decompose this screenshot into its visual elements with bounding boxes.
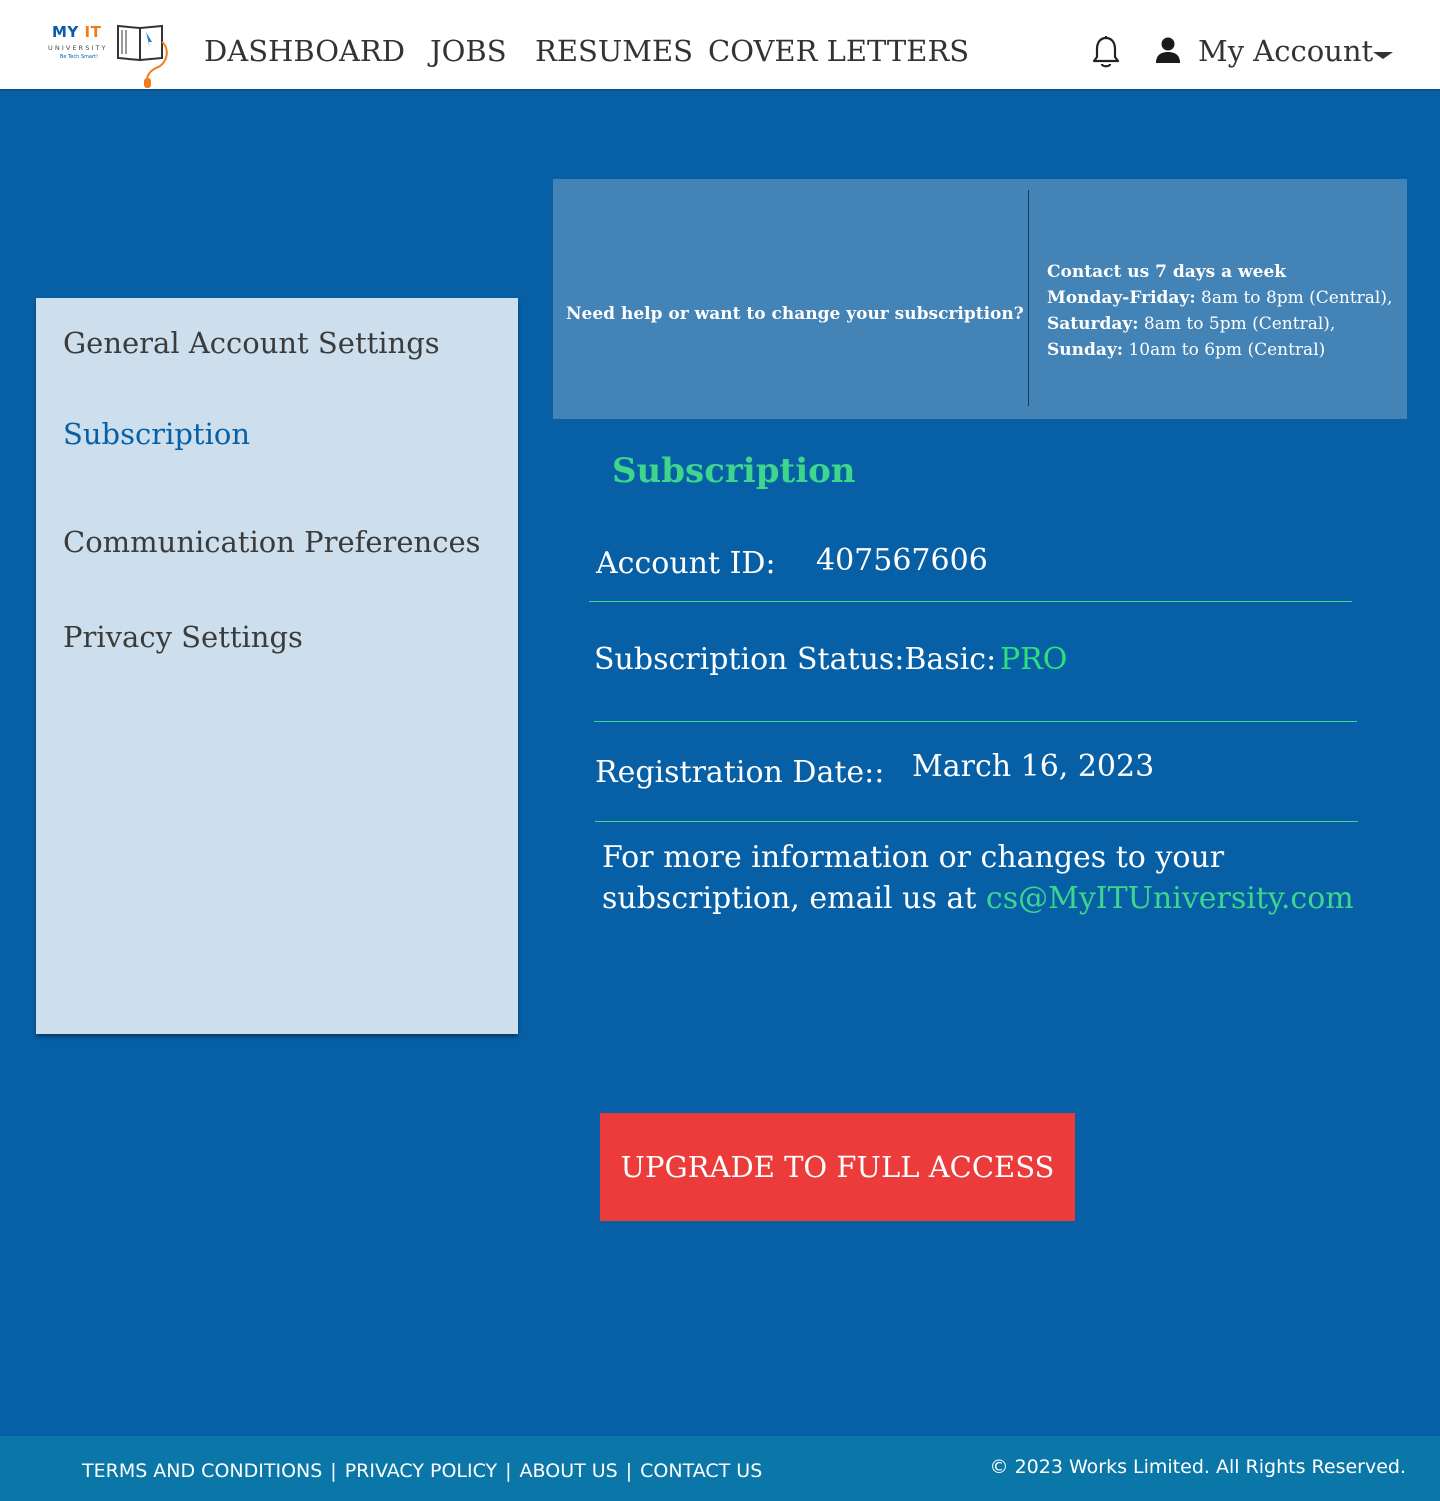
logo-tagline: Be Tech Smart! — [60, 54, 99, 60]
sunday-hours: 10am to 6pm (Central) — [1123, 340, 1326, 360]
footer-link-about[interactable]: ABOUT US — [520, 1460, 618, 1482]
sidebar-item-privacy-settings[interactable]: Privacy Settings — [63, 619, 303, 655]
footer-link-privacy[interactable]: PRIVACY POLICY — [345, 1460, 497, 1482]
sunday-label: Sunday: — [1047, 340, 1124, 360]
nav-jobs[interactable]: JOBS — [430, 33, 507, 69]
subscription-info-text: For more information or changes to your … — [602, 840, 1354, 916]
subscription-status-label: Subscription Status:Basic: — [594, 642, 997, 677]
nav-cover-letters[interactable]: COVER LETTERS — [708, 33, 969, 69]
footer-link-contact[interactable]: CONTACT US — [640, 1460, 762, 1482]
nav-dashboard[interactable]: DASHBOARD — [204, 33, 405, 69]
registration-date-label: Registration Date:: — [595, 755, 885, 790]
divider-line — [589, 601, 1352, 602]
upgrade-button[interactable]: UPGRADE TO FULL ACCESS — [600, 1113, 1075, 1221]
nav-resumes[interactable]: RESUMES — [535, 33, 693, 69]
divider-line — [595, 821, 1358, 822]
saturday-label: Saturday: — [1047, 314, 1139, 334]
chevron-down-icon[interactable] — [1373, 52, 1393, 59]
saturday-hours: 8am to 5pm (Central), — [1138, 314, 1336, 334]
settings-sidebar: General Account Settings Subscription Co… — [36, 298, 518, 1034]
contact-heading: Contact us 7 days a week — [1047, 262, 1287, 282]
footer: TERMS AND CONDITIONS | PRIVACY POLICY | ABOU… — [0, 1436, 1440, 1501]
my-account-menu[interactable]: My Account — [1198, 33, 1373, 69]
footer-link-terms[interactable]: TERMS AND CONDITIONS — [82, 1460, 322, 1482]
account-id-value: 407567606 — [816, 543, 988, 578]
sidebar-item-communication-preferences[interactable]: Communication Preferences — [63, 524, 481, 560]
weekday-label: Monday-Friday: — [1047, 288, 1196, 308]
logo-wordmark: MY IT — [52, 23, 102, 41]
support-email-link[interactable]: cs@MyITUniversity.com — [986, 881, 1354, 916]
weekday-hours: 8am to 8pm (Central), — [1195, 288, 1393, 308]
sidebar-item-subscription[interactable]: Subscription — [63, 416, 250, 452]
subscription-title: Subscription — [612, 451, 856, 491]
bell-icon[interactable] — [1091, 35, 1121, 69]
book-mouse-icon — [117, 24, 168, 88]
footer-links: TERMS AND CONDITIONS | PRIVACY POLICY | ABOU… — [82, 1460, 763, 1482]
user-icon[interactable] — [1155, 36, 1181, 64]
top-navigation-bar: MY IT UNIVERSITY Be Tech Smart! DASHBOAR… — [0, 0, 1440, 91]
divider-line — [594, 721, 1357, 722]
account-id-label: Account ID: — [596, 546, 776, 581]
contact-hours: Contact us 7 days a week Monday-Friday: … — [1047, 259, 1392, 363]
logo-university-text: UNIVERSITY — [48, 44, 108, 52]
help-divider — [1028, 190, 1029, 406]
copyright-text: © 2023 Works Limited. All Rights Reserve… — [989, 1456, 1406, 1478]
help-question: Need help or want to change your subscri… — [566, 304, 1024, 324]
brand-logo[interactable]: MY IT UNIVERSITY Be Tech Smart! — [46, 18, 172, 88]
help-contact-panel: Need help or want to change your subscri… — [553, 179, 1407, 419]
sidebar-item-general-account-settings[interactable]: General Account Settings — [63, 325, 440, 361]
registration-date-value: March 16, 2023 — [912, 749, 1155, 784]
subscription-status-value: PRO — [1000, 642, 1068, 677]
